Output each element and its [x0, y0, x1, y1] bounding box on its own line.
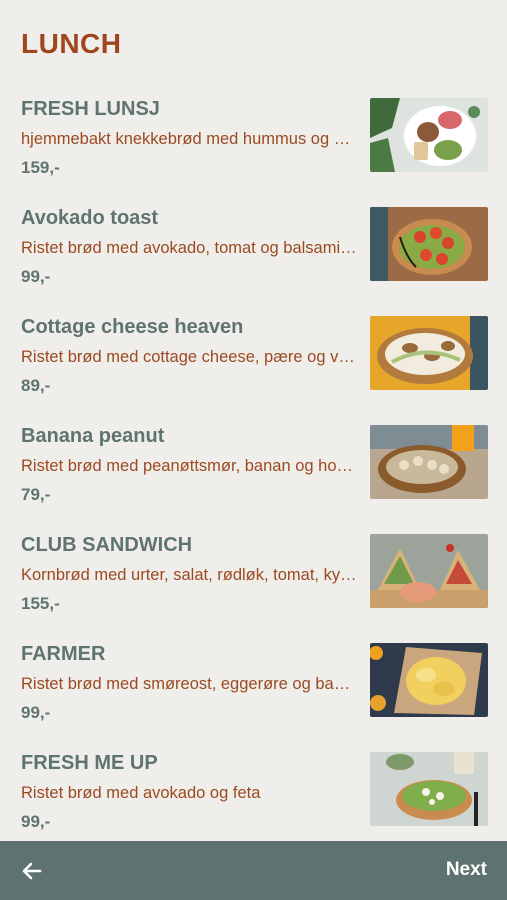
item-name: Cottage cheese heaven: [21, 316, 244, 338]
item-price: 155,-: [21, 594, 60, 613]
item-description: Ristet brød med cottage cheese, pære og …: [21, 348, 357, 366]
back-button[interactable]: [14, 853, 50, 889]
menu-item-club-sandwich[interactable]: CLUB SANDWICH Kornbrød med urter, salat,…: [0, 532, 507, 641]
item-description: hjemmebakt knekkebrød med hummus og grøn…: [21, 130, 357, 148]
menu-item-cottage-cheese[interactable]: Cottage cheese heaven Ristet brød med co…: [0, 314, 507, 423]
item-name: Banana peanut: [21, 425, 165, 447]
item-name: CLUB SANDWICH: [21, 534, 193, 556]
banana-peanut-image: [370, 425, 488, 499]
menu-item-fresh-lunsj[interactable]: FRESH LUNSJ hjemmebakt knekkebrød med hu…: [0, 96, 507, 205]
cottage-cheese-image: [370, 316, 488, 390]
item-name: FARMER: [21, 643, 106, 665]
item-price: 99,-: [21, 267, 51, 286]
item-description: Kornbrød med urter, salat, rødløk, tomat…: [21, 566, 357, 584]
menu-item-farmer[interactable]: FARMER Ristet brød med smøreost, eggerør…: [0, 641, 507, 750]
item-price: 89,-: [21, 376, 51, 395]
item-price: 159,-: [21, 158, 60, 177]
fresh-me-up-image: [370, 752, 488, 826]
item-price: 99,-: [21, 812, 51, 831]
item-name: FRESH LUNSJ: [21, 98, 160, 120]
item-name: FRESH ME UP: [21, 752, 158, 774]
menu-item-avokado-toast[interactable]: Avokado toast Ristet brød med avokado, t…: [0, 205, 507, 314]
item-price: 79,-: [21, 485, 51, 504]
fresh-lunsj-image: [370, 98, 488, 172]
menu-item-banana-peanut[interactable]: Banana peanut Ristet brød med peanøttsmø…: [0, 423, 507, 532]
avokado-toast-image: [370, 207, 488, 281]
item-description: Ristet brød med peanøttsmør, banan og ho…: [21, 457, 357, 475]
next-button[interactable]: Next: [446, 859, 487, 881]
item-price: 99,-: [21, 703, 51, 722]
item-description: Ristet brød med smøreost, eggerøre og ba…: [21, 675, 357, 693]
item-description: Ristet brød med avokado og feta: [21, 784, 261, 802]
menu-list: FRESH LUNSJ hjemmebakt knekkebrød med hu…: [0, 96, 507, 859]
page-title: LUNCH: [21, 28, 122, 59]
bottom-nav-bar: Next: [0, 841, 507, 900]
farmer-image: [370, 643, 488, 717]
arrow-left-icon: [22, 862, 42, 880]
item-name: Avokado toast: [21, 207, 159, 229]
item-description: Ristet brød med avokado, tomat og balsam…: [21, 239, 357, 257]
club-sandwich-image: [370, 534, 488, 608]
menu-screen: LUNCH FRESH LUNSJ hjemmebakt knekkebrød …: [0, 0, 507, 900]
